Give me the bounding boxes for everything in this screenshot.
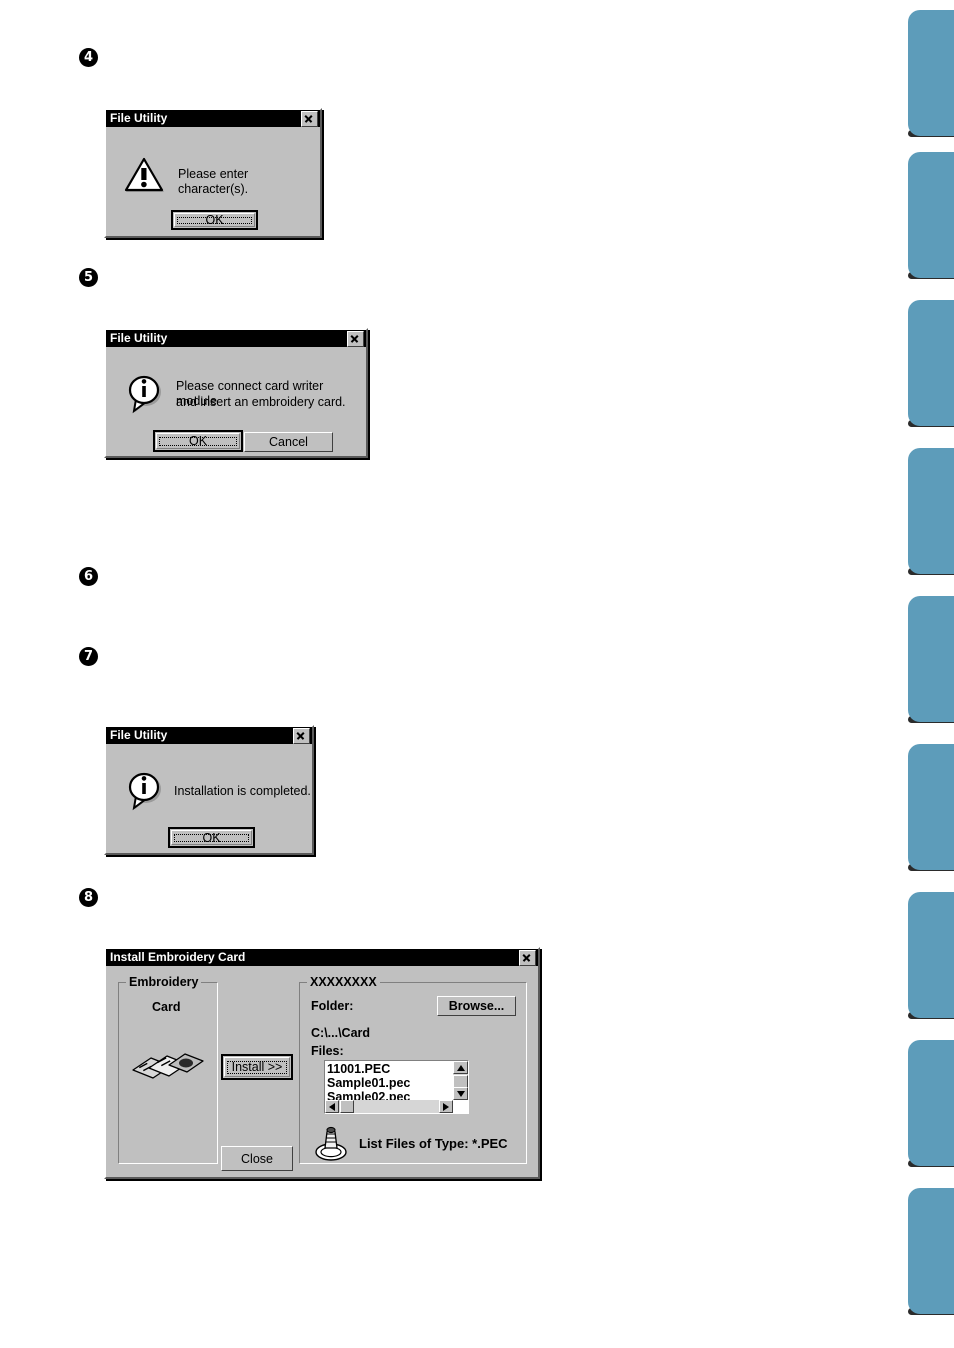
step-number-7: 7 [79, 647, 98, 666]
embroidery-card-group-label-line2: Card [152, 1000, 181, 1014]
info-icon [128, 375, 161, 414]
cancel-button-label: Cancel [269, 435, 308, 449]
scroll-left-button[interactable] [325, 1100, 339, 1113]
chapter-tab-4[interactable] [908, 448, 954, 574]
info-icon [128, 772, 161, 811]
embroidery-cards-icon [132, 1053, 204, 1079]
files-list: 11001.PEC Sample01.pec Sample02.pec [327, 1062, 452, 1104]
chapter-tab-7[interactable] [908, 892, 954, 1018]
dialog-title: File Utility [110, 331, 168, 345]
list-item[interactable]: 11001.PEC [327, 1062, 452, 1076]
close-icon[interactable] [347, 330, 364, 347]
close-icon[interactable] [301, 110, 318, 127]
folder-path: C:\...\Card [311, 1026, 371, 1040]
vertical-scrollbar[interactable] [453, 1061, 468, 1100]
step-number-6: 6 [79, 567, 98, 586]
dialog-title: File Utility [110, 111, 168, 125]
dialog-message-line2: and insert an embroidery card. [176, 395, 346, 409]
install-button-label: Install >> [227, 1060, 287, 1074]
dialog-body: Please enter character(s). OK [106, 127, 320, 236]
folder-label: Folder: [311, 999, 354, 1013]
browse-button[interactable]: Browse... [437, 996, 516, 1016]
chapter-tab-2[interactable] [908, 152, 954, 278]
scroll-up-button[interactable] [453, 1061, 468, 1074]
dialog-enter-characters: File Utility Please enter character(s). … [104, 108, 322, 238]
scroll-down-button[interactable] [453, 1087, 468, 1100]
chapter-tab-9[interactable] [908, 1188, 954, 1314]
dialog-installation-completed: File Utility Installation is completed. … [104, 725, 314, 855]
titlebar: File Utility [106, 727, 312, 744]
thread-spool-icon [315, 1126, 347, 1161]
list-files-of-type-label: List Files of Type: *.PEC [359, 1136, 508, 1151]
dialog-install-embroidery-card: Install Embroidery Card Embroidery Card [104, 947, 540, 1179]
folder-files-group-label: XXXXXXXX [307, 975, 380, 989]
chapter-tab-6[interactable] [908, 744, 954, 870]
files-listbox[interactable]: 11001.PEC Sample01.pec Sample02.pec [324, 1060, 469, 1114]
chapter-tab-strip [900, 0, 954, 1348]
close-button-label: Close [241, 1151, 273, 1166]
step-number-8: 8 [79, 888, 98, 907]
horizontal-scrollbar[interactable] [325, 1100, 453, 1113]
dialog-title: Install Embroidery Card [110, 950, 246, 964]
titlebar: File Utility [106, 330, 366, 347]
titlebar: Install Embroidery Card [106, 949, 538, 966]
embroidery-card-group-label: Embroidery [126, 975, 202, 989]
chapter-tab-5[interactable] [908, 596, 954, 722]
files-label: Files: [311, 1044, 344, 1058]
arrow-down-icon [456, 1090, 465, 1097]
ok-button-label: OK [177, 213, 252, 227]
dialog-title: File Utility [110, 728, 168, 742]
dialog-message: Please enter character(s). [178, 167, 249, 196]
arrow-left-icon [329, 1102, 335, 1111]
list-item[interactable]: Sample01.pec [327, 1076, 452, 1090]
ok-button[interactable]: OK [171, 210, 258, 230]
step-number-5: 5 [79, 268, 98, 287]
chapter-tab-3[interactable] [908, 300, 954, 426]
dialog-message: Installation is completed. [174, 784, 311, 798]
close-button[interactable]: Close [221, 1146, 293, 1171]
install-button[interactable]: Install >> [221, 1054, 293, 1080]
horizontal-scroll-thumb[interactable] [340, 1100, 354, 1113]
close-icon[interactable] [519, 949, 536, 966]
dialog-body: Embroidery Card Install >> Close XXXXXXX… [106, 966, 538, 1177]
warning-icon [124, 157, 164, 192]
titlebar: File Utility [106, 110, 320, 127]
close-icon[interactable] [293, 727, 310, 744]
ok-button-label: OK [174, 831, 249, 845]
chapter-tab-8[interactable] [908, 1040, 954, 1166]
cancel-button[interactable]: Cancel [244, 432, 333, 452]
dialog-body: Installation is completed. OK [106, 744, 312, 853]
ok-button[interactable]: OK [168, 827, 255, 848]
arrow-right-icon [443, 1102, 449, 1111]
manual-page: 4 5 6 7 8 File Utility Please enter char… [0, 0, 954, 1348]
dialog-connect-card-writer: File Utility Please connect card writer … [104, 328, 368, 458]
browse-button-label: Browse... [448, 999, 505, 1013]
scroll-right-button[interactable] [439, 1100, 453, 1113]
ok-button[interactable]: OK [153, 430, 243, 452]
chapter-tab-1[interactable] [908, 10, 954, 136]
arrow-up-icon [456, 1064, 465, 1071]
dialog-body: Please connect card writer module and in… [106, 347, 366, 456]
step-number-4: 4 [79, 48, 98, 67]
ok-button-label: OK [159, 434, 237, 448]
